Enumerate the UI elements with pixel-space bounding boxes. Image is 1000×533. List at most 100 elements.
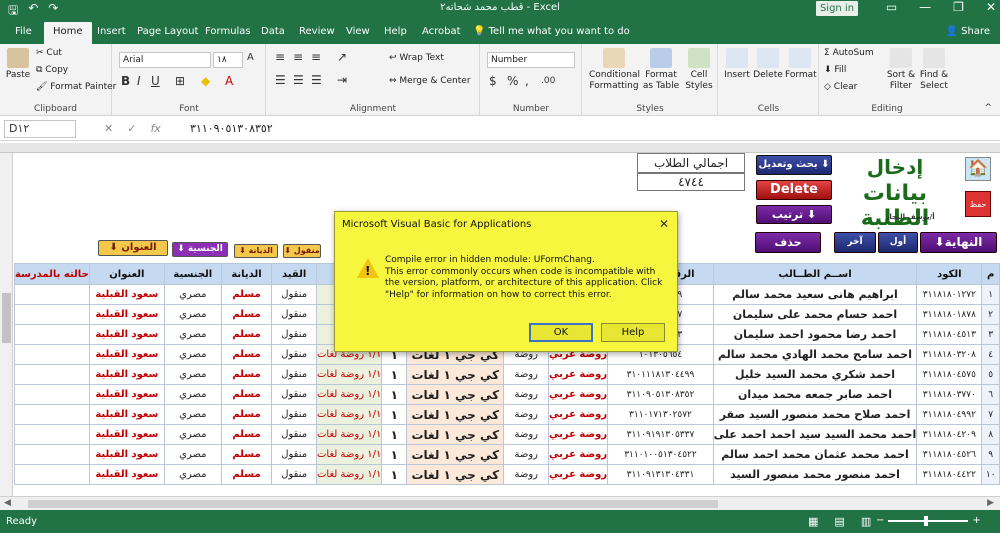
comma-icon[interactable]: , bbox=[525, 74, 529, 88]
code-cell[interactable]: ٣١١٨١٨٠٣٢٠٨ bbox=[916, 344, 983, 365]
currency-icon[interactable]: $ bbox=[489, 74, 497, 88]
merge-center-button[interactable]: ⇔ Merge & Center bbox=[389, 76, 471, 86]
stage-cell[interactable]: روضة bbox=[503, 444, 550, 465]
class-cell[interactable]: كي جي ١ لغات bbox=[406, 404, 505, 425]
save-sheet-button[interactable]: حفظ bbox=[965, 191, 991, 217]
address-cell[interactable]: سعود القبلية bbox=[88, 384, 165, 405]
student-name-cell[interactable]: احمد رضا محمود احمد سليمان bbox=[712, 324, 918, 345]
address-cell[interactable]: سعود القبلية bbox=[88, 324, 165, 345]
code-cell[interactable]: ٣١١٨١٨٠٤٥٧٥ bbox=[916, 364, 983, 385]
fx-icon[interactable]: fx bbox=[150, 122, 160, 135]
tab-acrobat[interactable]: Acrobat bbox=[413, 22, 470, 44]
name-box[interactable]: D١٢ bbox=[4, 120, 76, 138]
school-status-cell[interactable] bbox=[14, 304, 90, 325]
nationality-cell[interactable]: مصري bbox=[163, 284, 222, 305]
ok-button[interactable]: OK bbox=[529, 323, 593, 342]
cancel-icon[interactable]: ✕ bbox=[104, 122, 113, 135]
sort-records-button[interactable]: ترتيب ⬇ bbox=[756, 205, 832, 224]
align-top-icon[interactable]: ≡ bbox=[275, 50, 285, 64]
address-cell[interactable]: سعود القبلية bbox=[88, 404, 165, 425]
religion-cell[interactable]: مسلم bbox=[220, 344, 273, 365]
zoom-out-icon[interactable]: − bbox=[876, 515, 884, 526]
registration-cell[interactable]: منقول bbox=[271, 304, 317, 325]
indent-icon[interactable]: ⇥ bbox=[337, 73, 347, 87]
group-cell[interactable]: ١/١ روضة لغات bbox=[315, 424, 383, 445]
school-status-cell[interactable] bbox=[14, 464, 90, 485]
index-cell[interactable]: ٤ bbox=[981, 344, 1000, 365]
religion-cell[interactable]: مسلم bbox=[220, 404, 273, 425]
address-cell[interactable]: سعود القبلية bbox=[88, 444, 165, 465]
conditional-formatting-button[interactable]: Conditional Formatting bbox=[589, 48, 640, 92]
school-status-cell[interactable] bbox=[14, 424, 90, 445]
cut-button[interactable]: ✂ Cut bbox=[36, 48, 62, 58]
class-cell[interactable]: كي جي ١ لغات bbox=[406, 364, 505, 385]
sign-in-button[interactable]: Sign in bbox=[816, 1, 858, 16]
tab-review[interactable]: Review bbox=[290, 22, 344, 44]
student-name-cell[interactable]: ابراهيم هانى سعيد محمد سالم bbox=[712, 284, 918, 305]
school-status-cell[interactable] bbox=[14, 384, 90, 405]
cell-styles-button[interactable]: Cell Styles bbox=[683, 48, 715, 92]
format-as-table-button[interactable]: Format as Table bbox=[641, 48, 681, 92]
class-number-cell[interactable]: ١ bbox=[381, 384, 408, 405]
religion-cell[interactable]: مسلم bbox=[220, 384, 273, 405]
religion-cell[interactable]: مسلم bbox=[220, 284, 273, 305]
address-cell[interactable]: سعود القبلية bbox=[88, 284, 165, 305]
class-cell[interactable]: كي جي ١ لغات bbox=[406, 424, 505, 445]
school-status-cell[interactable] bbox=[14, 364, 90, 385]
national-id-cell[interactable]: ٣١١٠١٧١٣٠٢٥٧٢ bbox=[607, 404, 714, 425]
division-cell[interactable]: روضة عربي bbox=[548, 424, 609, 445]
header-school-status[interactable]: حالته بالمدرسة bbox=[14, 263, 90, 285]
code-cell[interactable]: ٣١١٨١٨٠٤٥٢٦ bbox=[916, 444, 983, 465]
code-cell[interactable]: ٣١١٨١٨٠٤٤٢٢ bbox=[916, 464, 983, 485]
national-id-cell[interactable]: ٣١١٠٩٠٥١٣٠٨٣٥٢ bbox=[607, 384, 714, 405]
school-status-cell[interactable] bbox=[14, 284, 90, 305]
index-cell[interactable]: ٩ bbox=[981, 444, 1000, 465]
fill-color-icon[interactable]: ◆ bbox=[201, 74, 210, 88]
find-select-button[interactable]: Find & Select bbox=[918, 48, 950, 92]
index-cell[interactable]: ٨ bbox=[981, 424, 1000, 445]
address-cell[interactable]: سعود القبلية bbox=[88, 364, 165, 385]
header-religion[interactable]: الديانة bbox=[220, 263, 273, 285]
class-number-cell[interactable]: ١ bbox=[381, 424, 408, 445]
student-name-cell[interactable]: احمد حسام محمد على سليمان bbox=[712, 304, 918, 325]
clear-button[interactable]: ◇ Clear bbox=[824, 82, 857, 92]
national-id-cell[interactable]: ٣١٠١١١٨١٣٠٤٤٩٩ bbox=[607, 364, 714, 385]
division-cell[interactable]: روضة عربي bbox=[548, 384, 609, 405]
index-cell[interactable]: ٥ bbox=[981, 364, 1000, 385]
stage-cell[interactable]: روضة bbox=[503, 424, 550, 445]
align-bottom-icon[interactable]: ≡ bbox=[311, 50, 321, 64]
tab-file[interactable]: File bbox=[6, 22, 41, 44]
format-cells-button[interactable]: Format bbox=[785, 48, 817, 81]
index-cell[interactable]: ١٠ bbox=[981, 464, 1000, 485]
format-painter-button[interactable]: 🖌 Format Painter bbox=[36, 82, 116, 92]
page-layout-icon[interactable]: ▤ bbox=[834, 515, 844, 528]
align-right-icon[interactable]: ☰ bbox=[311, 73, 322, 87]
underline-button[interactable]: U bbox=[151, 74, 160, 88]
maximize-button[interactable]: ❐ bbox=[953, 0, 964, 14]
increase-decimal-icon[interactable]: .00 bbox=[541, 76, 555, 86]
religion-cell[interactable]: مسلم bbox=[220, 424, 273, 445]
autosum-button[interactable]: Σ AutoSum bbox=[824, 48, 874, 58]
page-break-icon[interactable]: ▥ bbox=[861, 515, 871, 528]
font-name-select[interactable]: Arial bbox=[119, 52, 211, 68]
stage-cell[interactable]: روضة bbox=[503, 404, 550, 425]
normal-view-icon[interactable]: ▦ bbox=[808, 515, 818, 528]
school-status-cell[interactable] bbox=[14, 404, 90, 425]
scroll-left-icon[interactable]: ◀ bbox=[4, 498, 11, 508]
registration-cell[interactable]: منقول bbox=[271, 384, 317, 405]
nav-last-button[interactable]: آخر طالب bbox=[834, 232, 876, 266]
zoom-knob[interactable] bbox=[924, 515, 929, 526]
school-status-cell[interactable] bbox=[14, 324, 90, 345]
group-cell[interactable]: ١/١ روضة لغات bbox=[315, 364, 383, 385]
school-status-cell[interactable] bbox=[14, 344, 90, 365]
search-edit-button[interactable]: بحث وتعديل ⬇ bbox=[756, 155, 832, 175]
class-cell[interactable]: كي جي ١ لغات bbox=[406, 384, 505, 405]
zoom-in-icon[interactable]: + bbox=[972, 515, 980, 526]
minimize-button[interactable]: — bbox=[919, 0, 931, 14]
paste-button[interactable]: Paste bbox=[4, 48, 32, 81]
ribbon-display-icon[interactable]: ▭ bbox=[886, 0, 897, 14]
fill-button[interactable]: ⬇ Fill bbox=[824, 65, 846, 75]
registration-cell[interactable]: منقول bbox=[271, 344, 317, 365]
student-name-cell[interactable]: احمد سامح محمد الهادي محمد سالم bbox=[712, 344, 918, 365]
header-registration[interactable]: القيد bbox=[271, 263, 317, 285]
